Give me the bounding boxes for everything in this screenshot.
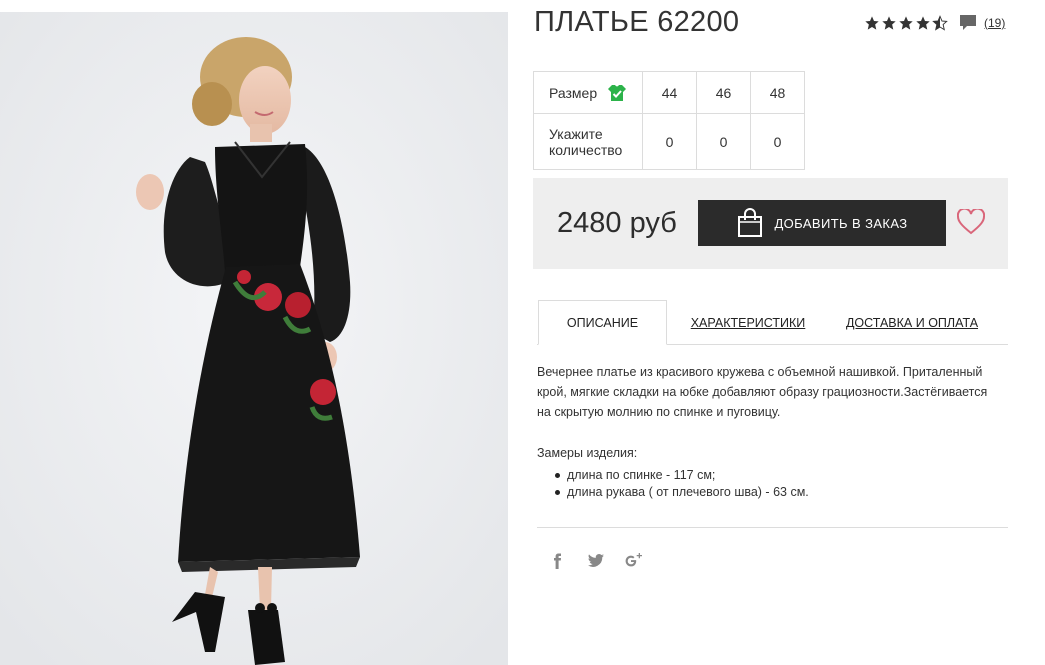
measurements-title: Замеры изделия: [537, 446, 638, 460]
tab-delivery-payment[interactable]: Доставка и оплата [843, 300, 981, 345]
comment-icon[interactable] [959, 14, 977, 31]
quantity-input-46[interactable]: 0 [696, 113, 751, 170]
add-to-order-button[interactable]: Добавить в заказ [698, 200, 946, 246]
list-item: длина рукава ( от плечевого шва) - 63 см… [555, 484, 809, 501]
star-icon [916, 15, 930, 30]
quantity-label-cell: Укажите количество [533, 113, 643, 170]
size-table: Размер 44 46 48 Укажите количество 0 0 0 [533, 71, 805, 170]
size-option-44[interactable]: 44 [642, 71, 697, 114]
review-count-link[interactable]: (19) [984, 16, 1005, 30]
add-to-order-label: Добавить в заказ [774, 215, 908, 231]
tab-characteristics[interactable]: Характеристики [685, 300, 811, 345]
star-half-icon [932, 14, 948, 31]
wishlist-heart-icon[interactable] [957, 209, 985, 235]
product-rating[interactable]: (19) [864, 14, 1005, 31]
quantity-label-line2: количество [549, 141, 623, 158]
size-chart-icon[interactable] [607, 83, 627, 103]
product-price: 2480 руб [557, 207, 677, 239]
google-plus-icon[interactable] [625, 552, 643, 570]
product-image[interactable] [0, 12, 508, 665]
tab-description[interactable]: Описание [538, 300, 667, 345]
shopping-bag-icon [738, 208, 763, 237]
size-option-46[interactable]: 46 [696, 71, 751, 114]
buy-box: 2480 руб Добавить в заказ [533, 178, 1008, 269]
size-label-cell: Размер [533, 71, 643, 114]
star-icon [865, 15, 879, 30]
quantity-input-44[interactable]: 0 [642, 113, 697, 170]
size-option-48[interactable]: 48 [750, 71, 805, 114]
quantity-label-line1: Укажите [549, 125, 603, 142]
facebook-icon[interactable] [549, 552, 567, 570]
social-share [549, 552, 643, 570]
rating-stars [864, 14, 948, 31]
product-tabs: Описание Характеристики Доставка и оплат… [537, 300, 1008, 345]
measurements-list: длина по спинке - 117 см; длина рукава (… [555, 467, 809, 501]
size-label: Размер [549, 84, 598, 101]
quantity-input-48[interactable]: 0 [750, 113, 805, 170]
section-divider [537, 527, 1008, 528]
star-icon [899, 15, 913, 30]
twitter-icon[interactable] [587, 552, 605, 570]
description-text: Вечернее платье из красивого кружева с о… [537, 365, 988, 419]
star-icon [882, 15, 896, 30]
list-item: длина по спинке - 117 см; [555, 467, 809, 484]
product-title: ПЛАТЬЕ 62200 [534, 6, 740, 38]
